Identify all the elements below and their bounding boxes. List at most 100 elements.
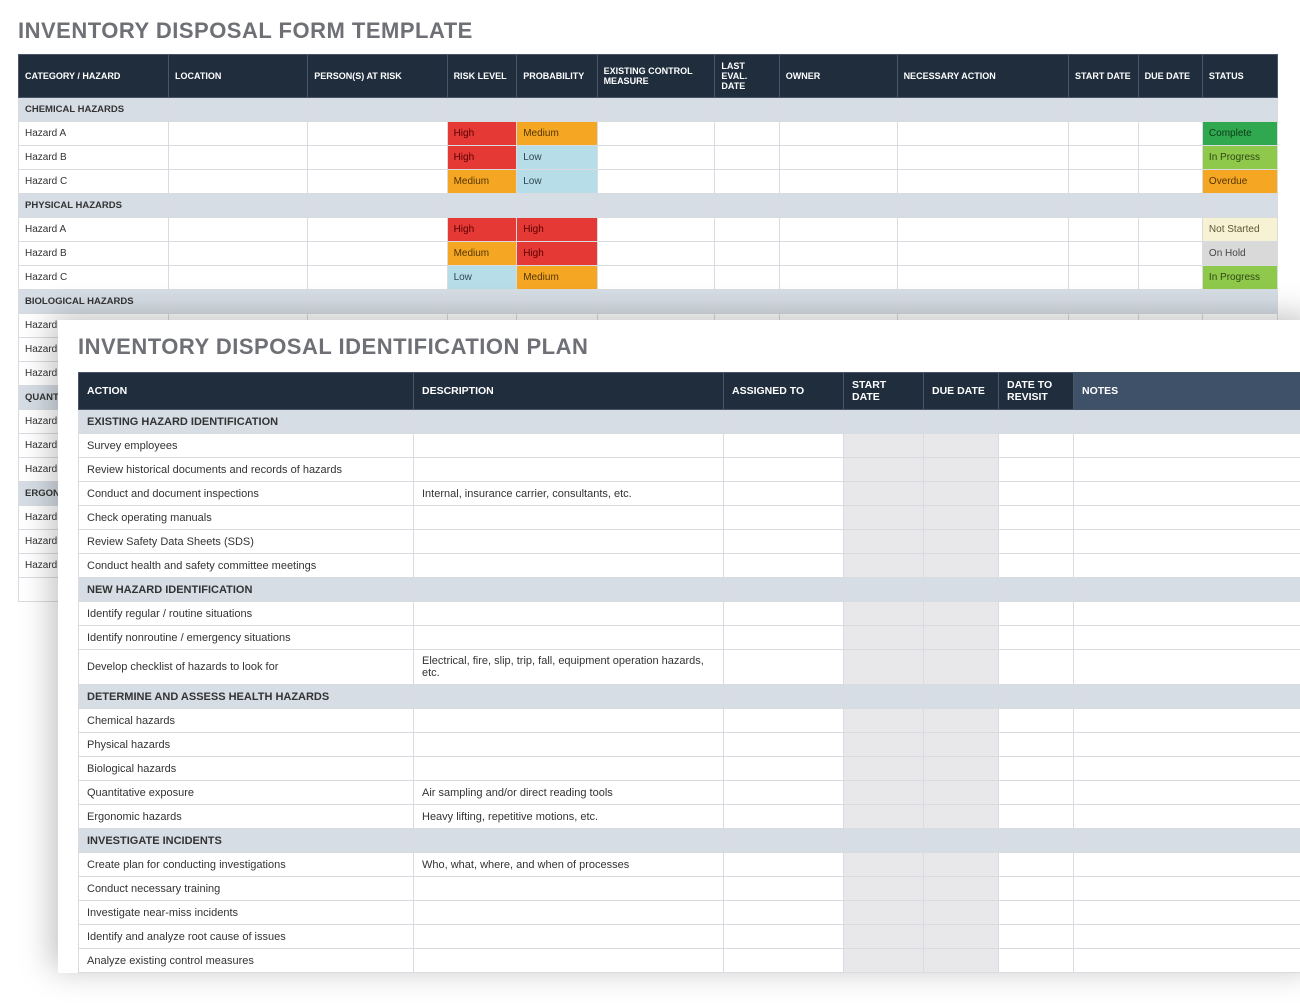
cell[interactable] <box>924 949 999 973</box>
cell[interactable]: Hazard C <box>19 170 169 194</box>
cell[interactable]: Hazard C <box>19 266 169 290</box>
cell[interactable] <box>724 733 844 757</box>
cell[interactable] <box>1074 733 1300 757</box>
cell[interactable] <box>1074 925 1300 949</box>
cell[interactable] <box>414 554 724 578</box>
cell[interactable] <box>724 781 844 805</box>
cell[interactable]: Electrical, fire, slip, trip, fall, equi… <box>414 650 724 685</box>
cell[interactable] <box>1074 650 1300 685</box>
cell[interactable] <box>999 949 1074 973</box>
cell[interactable] <box>779 242 897 266</box>
cell[interactable] <box>924 554 999 578</box>
cell[interactable] <box>1138 242 1202 266</box>
cell[interactable]: Medium <box>447 170 517 194</box>
cell[interactable] <box>715 146 779 170</box>
cell[interactable]: Medium <box>517 266 597 290</box>
cell[interactable] <box>999 530 1074 554</box>
cell[interactable] <box>1074 805 1300 829</box>
cell[interactable] <box>414 709 724 733</box>
cell[interactable]: High <box>447 122 517 146</box>
cell[interactable] <box>999 650 1074 685</box>
cell[interactable] <box>1074 781 1300 805</box>
cell[interactable] <box>844 781 924 805</box>
cell[interactable] <box>308 146 447 170</box>
cell[interactable]: High <box>517 242 597 266</box>
cell[interactable] <box>1069 122 1139 146</box>
cell[interactable] <box>724 949 844 973</box>
cell[interactable] <box>897 146 1068 170</box>
cell[interactable] <box>1074 458 1300 482</box>
cell[interactable]: Low <box>517 170 597 194</box>
cell[interactable] <box>1138 122 1202 146</box>
cell[interactable] <box>1069 218 1139 242</box>
cell[interactable] <box>715 242 779 266</box>
cell[interactable] <box>844 554 924 578</box>
cell[interactable] <box>414 602 724 626</box>
cell[interactable] <box>844 506 924 530</box>
cell[interactable] <box>1074 434 1300 458</box>
cell[interactable] <box>715 122 779 146</box>
cell[interactable] <box>844 530 924 554</box>
cell[interactable] <box>1074 554 1300 578</box>
cell[interactable] <box>414 757 724 781</box>
cell[interactable] <box>844 901 924 925</box>
cell[interactable] <box>308 122 447 146</box>
cell[interactable] <box>1074 877 1300 901</box>
cell[interactable] <box>897 218 1068 242</box>
cell[interactable]: Physical hazards <box>79 733 414 757</box>
cell[interactable] <box>715 218 779 242</box>
cell[interactable] <box>724 925 844 949</box>
cell[interactable]: Develop checklist of hazards to look for <box>79 650 414 685</box>
cell[interactable] <box>999 901 1074 925</box>
cell[interactable] <box>999 877 1074 901</box>
cell[interactable] <box>1069 146 1139 170</box>
cell[interactable] <box>169 170 308 194</box>
cell[interactable]: Low <box>517 146 597 170</box>
cell[interactable] <box>779 266 897 290</box>
cell[interactable] <box>308 170 447 194</box>
cell[interactable] <box>924 458 999 482</box>
cell[interactable] <box>724 482 844 506</box>
cell[interactable] <box>844 482 924 506</box>
cell[interactable]: Conduct and document inspections <box>79 482 414 506</box>
cell[interactable] <box>414 434 724 458</box>
cell[interactable] <box>1138 146 1202 170</box>
cell[interactable]: Hazard A <box>19 218 169 242</box>
cell[interactable] <box>999 925 1074 949</box>
cell[interactable] <box>924 781 999 805</box>
cell[interactable] <box>999 709 1074 733</box>
cell[interactable]: Identify nonroutine / emergency situatio… <box>79 626 414 650</box>
cell[interactable] <box>414 458 724 482</box>
cell[interactable] <box>999 853 1074 877</box>
cell[interactable] <box>308 242 447 266</box>
cell[interactable] <box>924 733 999 757</box>
cell[interactable] <box>724 877 844 901</box>
cell[interactable] <box>1069 242 1139 266</box>
cell[interactable] <box>308 218 447 242</box>
cell[interactable] <box>897 266 1068 290</box>
cell[interactable] <box>169 146 308 170</box>
cell[interactable]: Not Started <box>1202 218 1277 242</box>
cell[interactable] <box>1074 530 1300 554</box>
cell[interactable] <box>414 530 724 554</box>
cell[interactable] <box>924 626 999 650</box>
cell[interactable] <box>999 506 1074 530</box>
cell[interactable]: Identify and analyze root cause of issue… <box>79 925 414 949</box>
cell[interactable]: High <box>517 218 597 242</box>
cell[interactable] <box>1138 266 1202 290</box>
cell[interactable]: Overdue <box>1202 170 1277 194</box>
cell[interactable] <box>844 650 924 685</box>
cell[interactable] <box>1074 901 1300 925</box>
cell[interactable] <box>597 146 715 170</box>
cell[interactable] <box>999 781 1074 805</box>
cell[interactable] <box>1074 626 1300 650</box>
cell[interactable] <box>779 146 897 170</box>
cell[interactable]: High <box>447 146 517 170</box>
cell[interactable] <box>414 901 724 925</box>
cell[interactable] <box>844 949 924 973</box>
cell[interactable] <box>414 626 724 650</box>
cell[interactable] <box>169 122 308 146</box>
cell[interactable] <box>1138 218 1202 242</box>
cell[interactable]: Medium <box>517 122 597 146</box>
cell[interactable] <box>779 170 897 194</box>
